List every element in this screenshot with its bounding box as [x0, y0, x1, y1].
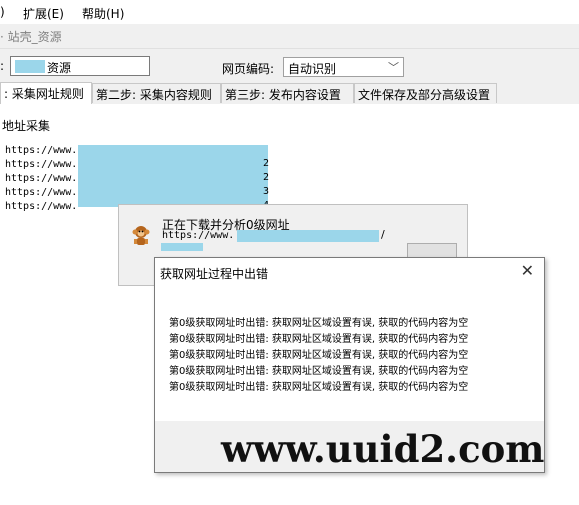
list-item[interactable]: https://www.: [5, 173, 77, 184]
section-title: 地址采集: [2, 119, 51, 133]
tab-content-rules[interactable]: 第二步: 采集内容规则: [92, 83, 221, 103]
task-name-input[interactable]: 资源: [10, 56, 150, 76]
redacted-mask: [237, 230, 379, 242]
list-item[interactable]: https://www.: [5, 201, 77, 212]
window-title: · 站壳_资源: [0, 30, 62, 44]
tab-file-save-advanced[interactable]: 文件保存及部分高级设置: [354, 83, 497, 103]
url-suffix: 2: [263, 172, 270, 183]
task-name-value: 资源: [47, 61, 72, 75]
error-dialog-title: 获取网址过程中出错: [160, 267, 269, 281]
url-suffix: 2: [263, 158, 270, 169]
redacted-mask: [78, 145, 268, 207]
monkey-icon: [132, 226, 150, 245]
tab-publish-settings[interactable]: 第三步: 发布内容设置: [221, 83, 354, 103]
list-item[interactable]: https://www.: [5, 145, 77, 156]
error-message: 第0级获取网址时出错: 获取网址区域设置有误, 获取的代码内容为空: [169, 350, 469, 361]
watermark: www.uuid2.com: [221, 427, 545, 471]
name-label: :: [0, 59, 5, 73]
list-item[interactable]: https://www.: [5, 187, 77, 198]
menu-item-help[interactable]: 帮助(H): [82, 5, 124, 22]
url-collect-section: 地址采集: [0, 104, 579, 143]
encoding-select[interactable]: 自动识别 ﹀: [283, 57, 404, 77]
close-icon[interactable]: ✕: [521, 261, 534, 280]
encoding-label: 网页编码:: [222, 62, 275, 76]
tab-url-rules[interactable]: : 采集网址规则: [0, 82, 92, 104]
error-message: 第0级获取网址时出错: 获取网址区域设置有误, 获取的代码内容为空: [169, 334, 469, 345]
menu-item-extend[interactable]: 扩展(E): [23, 5, 64, 22]
error-message: 第0级获取网址时出错: 获取网址区域设置有误, 获取的代码内容为空: [169, 382, 469, 393]
error-message: 第0级获取网址时出错: 获取网址区域设置有误, 获取的代码内容为空: [169, 318, 469, 329]
window-title-bar: · 站壳_资源: [0, 24, 579, 49]
menu-item-partial[interactable]: ): [0, 5, 5, 19]
menu-bar: ) 扩展(E) 帮助(H): [0, 0, 579, 24]
progress-url-end: /: [381, 228, 385, 241]
encoding-value: 自动识别: [288, 62, 337, 76]
progress-url: https://www.: [162, 230, 235, 241]
chevron-down-icon: ﹀: [388, 61, 399, 74]
list-item[interactable]: https://www.: [5, 159, 77, 170]
tab-strip: : 采集网址规则 第二步: 采集内容规则 第三步: 发布内容设置 文件保存及部分…: [0, 82, 579, 105]
url-suffix: 3: [263, 186, 270, 197]
redacted-mask: [161, 243, 203, 251]
error-message: 第0级获取网址时出错: 获取网址区域设置有误, 获取的代码内容为空: [169, 366, 469, 377]
redacted-mask: [15, 60, 45, 73]
